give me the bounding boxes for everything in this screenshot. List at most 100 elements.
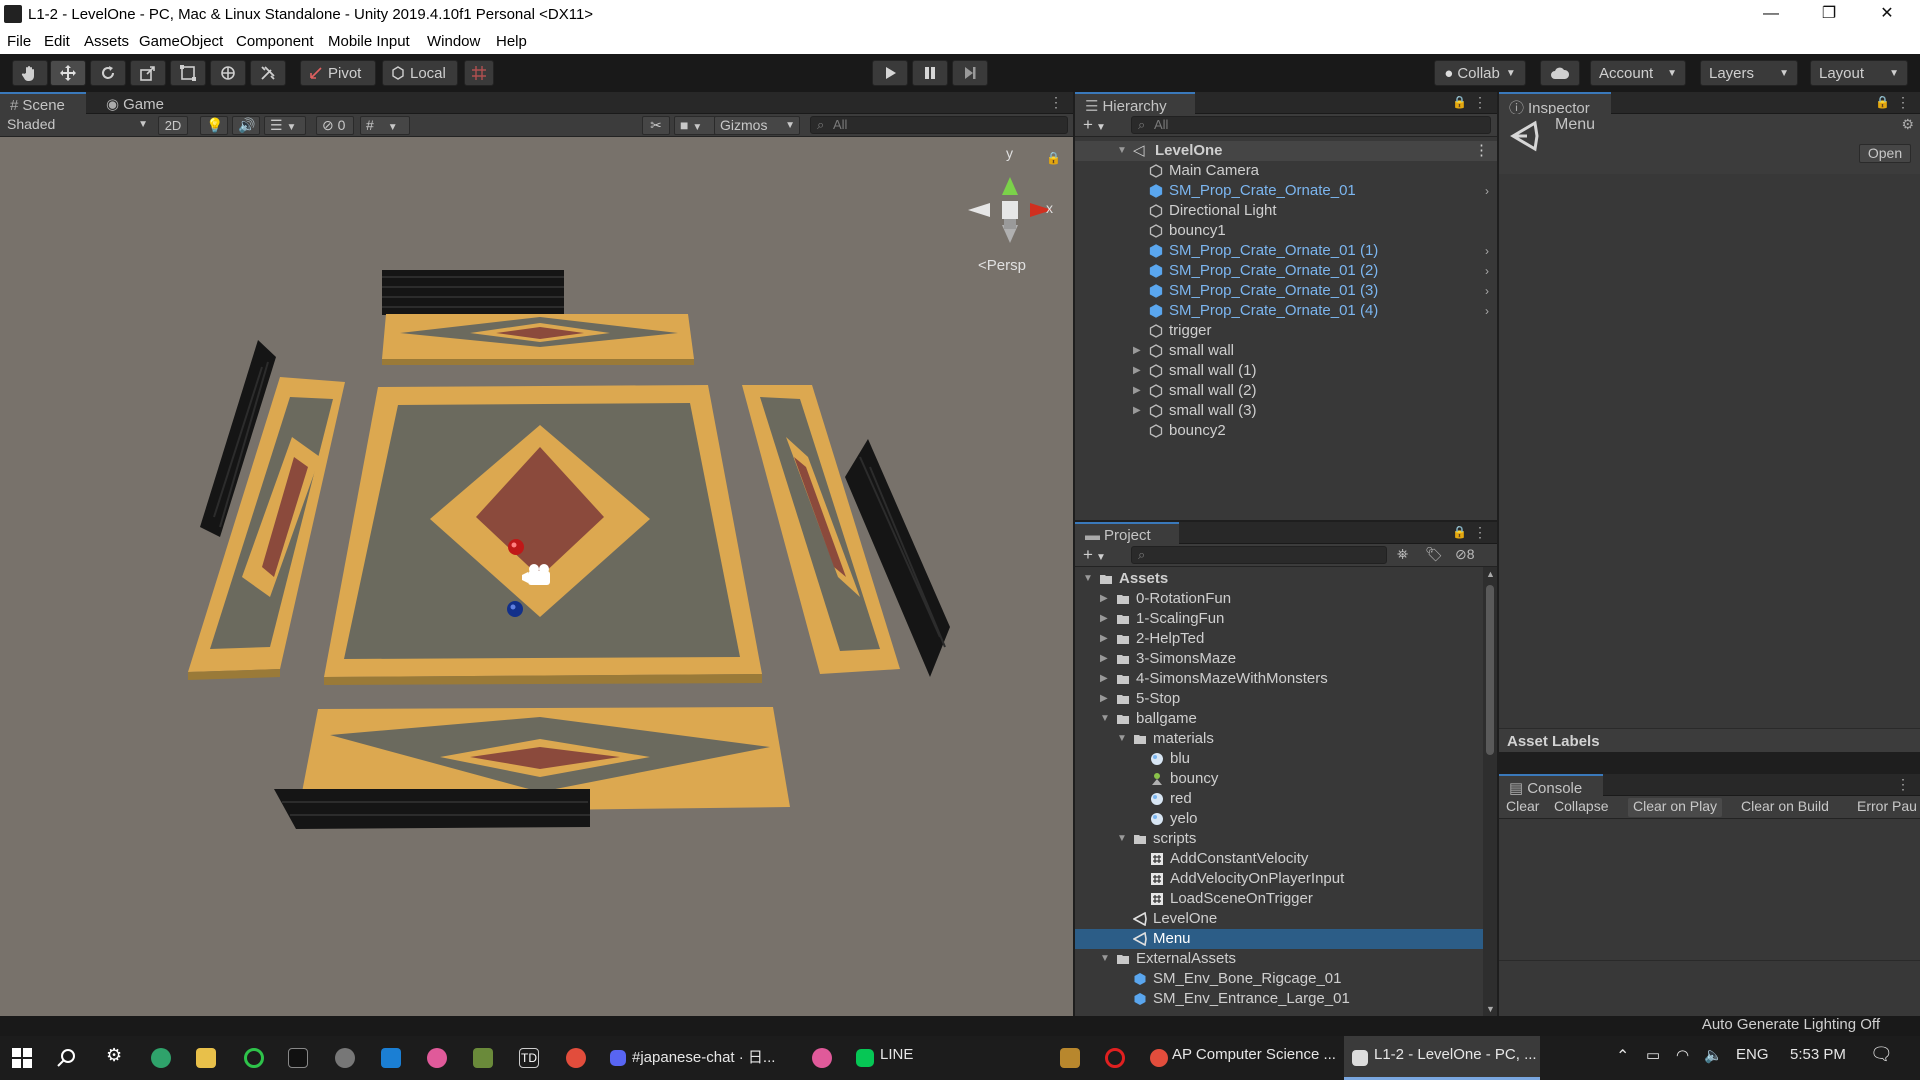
rotate-tool-icon[interactable] — [90, 60, 126, 86]
hierarchy-item[interactable]: Main Camera — [1075, 161, 1497, 181]
project-item[interactable]: AddVelocityOnPlayerInput — [1075, 869, 1483, 889]
taskbar-unity-active[interactable]: L1-2 - LevelOne - PC, ... — [1344, 1036, 1540, 1080]
project-item[interactable]: LevelOne — [1075, 909, 1483, 929]
chevron-right-icon[interactable]: ▶ — [1100, 589, 1108, 609]
menu-component[interactable]: Component — [236, 33, 314, 50]
search-icon[interactable] — [56, 1048, 76, 1068]
camera-icon[interactable]: ■ ▼ — [674, 116, 716, 135]
hierarchy-item[interactable]: SM_Prop_Crate_Ornate_01 › — [1075, 181, 1497, 201]
vscode-icon[interactable] — [381, 1048, 401, 1068]
project-item[interactable]: SM_Env_Entrance_Large_01 — [1075, 989, 1483, 1009]
game-launcher-icon[interactable] — [1060, 1048, 1080, 1068]
tab-inspector[interactable]: ⓘ Inspector — [1499, 92, 1611, 117]
project-item[interactable]: ▼ scripts — [1075, 829, 1483, 849]
scroll-up-icon[interactable]: ▲ — [1486, 569, 1495, 579]
chevron-right-icon[interactable]: ▶ — [1133, 361, 1141, 381]
scene-row[interactable]: ▼ ◁ LevelOne ⋮ — [1075, 141, 1497, 161]
maximize-button[interactable]: ❐ — [1800, 0, 1858, 30]
hierarchy-item[interactable]: trigger — [1075, 321, 1497, 341]
chevron-right-icon[interactable]: ▶ — [1133, 381, 1141, 401]
kebab-menu-icon[interactable]: ⋮ — [1896, 94, 1910, 111]
chevron-right-icon[interactable]: › — [1485, 301, 1489, 321]
local-toggle[interactable]: Local — [382, 60, 458, 86]
chevron-down-icon[interactable]: ▼ — [1100, 709, 1110, 729]
filter-by-type-icon[interactable]: ⛯ — [1397, 546, 1408, 563]
account-dropdown[interactable]: Account ▼ — [1590, 60, 1686, 86]
menu-edit[interactable]: Edit — [44, 33, 70, 50]
td-app-icon[interactable]: TD — [519, 1048, 539, 1068]
lock-icon[interactable]: 🔒 — [1875, 95, 1890, 109]
transform-tool-icon[interactable] — [210, 60, 246, 86]
hierarchy-item[interactable]: bouncy1 — [1075, 221, 1497, 241]
move-tool-icon[interactable] — [50, 60, 86, 86]
kebab-menu-icon[interactable]: ⋮ — [1473, 524, 1487, 541]
chevron-right-icon[interactable]: ▶ — [1133, 341, 1141, 361]
project-item[interactable]: blu — [1075, 749, 1483, 769]
project-item[interactable]: ▶ 5-Stop — [1075, 689, 1483, 709]
project-item[interactable]: red — [1075, 789, 1483, 809]
opera-icon[interactable] — [1105, 1048, 1125, 1068]
chrome-icon[interactable] — [566, 1048, 586, 1068]
project-item[interactable]: AddConstantVelocity — [1075, 849, 1483, 869]
project-item[interactable]: ▼ Assets — [1075, 569, 1483, 589]
tab-hierarchy[interactable]: ☰ Hierarchy — [1075, 92, 1195, 115]
taskbar-discord[interactable]: #japanese-chat · 日... — [632, 1046, 775, 1067]
project-scrollbar[interactable]: ▲ ▼ — [1483, 567, 1497, 1016]
scale-tool-icon[interactable] — [130, 60, 166, 86]
hierarchy-item[interactable]: ▶ small wall (1) — [1075, 361, 1497, 381]
wifi-icon[interactable]: ◠ — [1676, 1046, 1689, 1064]
lighting-icon[interactable]: 💡 — [200, 116, 228, 135]
chevron-down-icon[interactable]: ▼ — [1117, 829, 1127, 849]
custom-tool-icon[interactable] — [250, 60, 286, 86]
open-button[interactable]: Open — [1859, 144, 1911, 163]
project-item[interactable]: ▶ 0-RotationFun — [1075, 589, 1483, 609]
menu-gameobject[interactable]: GameObject — [139, 33, 223, 50]
chevron-down-icon[interactable]: ▼ — [1117, 729, 1127, 749]
lock-icon[interactable]: 🔒 — [1046, 151, 1061, 165]
filter-by-label-icon[interactable]: 🏷 — [1425, 546, 1443, 563]
asset-labels-header[interactable]: Asset Labels — [1499, 728, 1920, 752]
chevron-right-icon[interactable]: › — [1485, 241, 1489, 261]
gizmos-dropdown[interactable]: Gizmos ▼ — [714, 116, 800, 135]
pause-button[interactable] — [912, 60, 948, 86]
hierarchy-item[interactable]: SM_Prop_Crate_Ornate_01 (1) › — [1075, 241, 1497, 261]
layout-dropdown[interactable]: Layout ▼ — [1810, 60, 1908, 86]
chevron-right-icon[interactable]: ▶ — [1100, 609, 1108, 629]
menu-assets[interactable]: Assets — [84, 33, 129, 50]
add-icon[interactable]: + ▼ — [1083, 115, 1106, 135]
tools-icon[interactable]: ✂ — [642, 116, 670, 135]
project-item[interactable]: ▶ 2-HelpTed — [1075, 629, 1483, 649]
taskbar-chrome[interactable]: AP Computer Science ... — [1172, 1046, 1336, 1063]
blue-ball[interactable] — [507, 601, 523, 617]
rect-tool-icon[interactable] — [170, 60, 206, 86]
project-search-input[interactable]: ⌕ — [1131, 546, 1387, 564]
refresh-app-icon[interactable] — [244, 1048, 264, 1068]
orientation-gizmo[interactable] — [968, 177, 1052, 243]
project-item[interactable]: Menu — [1075, 929, 1483, 949]
chevron-right-icon[interactable]: › — [1485, 181, 1489, 201]
tab-scene[interactable]: # Scene — [0, 92, 86, 115]
terminal-icon[interactable] — [288, 1048, 308, 1068]
hierarchy-search-input[interactable]: ⌕ All — [1131, 116, 1491, 134]
volume-icon[interactable]: 🔈 — [1704, 1046, 1723, 1064]
kebab-menu-icon[interactable]: ⋮ — [1474, 141, 1489, 161]
error-pause-button[interactable]: Error Pau — [1852, 798, 1920, 817]
kebab-menu-icon[interactable]: ⋮ — [1473, 94, 1487, 111]
hidden-objects-toggle[interactable]: ⊘ 0 — [316, 116, 354, 135]
collab-dropdown[interactable]: ● Collab ▼ — [1434, 60, 1526, 86]
chevron-right-icon[interactable]: ▶ — [1100, 669, 1108, 689]
hierarchy-item[interactable]: ▶ small wall — [1075, 341, 1497, 361]
project-item[interactable]: ▼ ExternalAssets — [1075, 949, 1483, 969]
project-item[interactable]: ▶ 1-ScalingFun — [1075, 609, 1483, 629]
red-ball[interactable] — [508, 539, 524, 555]
grid-snap-icon[interactable] — [464, 60, 494, 86]
shading-mode-dropdown[interactable]: Shaded ▼ — [2, 116, 152, 135]
scene-search-input[interactable]: ⌕ All — [810, 116, 1068, 134]
tab-project[interactable]: ▬ Project — [1075, 522, 1179, 545]
grid-icon[interactable]: # ▼ — [360, 116, 410, 135]
osu-icon[interactable] — [427, 1048, 447, 1068]
menu-window[interactable]: Window — [427, 33, 480, 50]
menu-file[interactable]: File — [7, 33, 31, 50]
chevron-down-icon[interactable]: ▼ — [1083, 569, 1093, 589]
minecraft-icon[interactable] — [473, 1048, 493, 1068]
